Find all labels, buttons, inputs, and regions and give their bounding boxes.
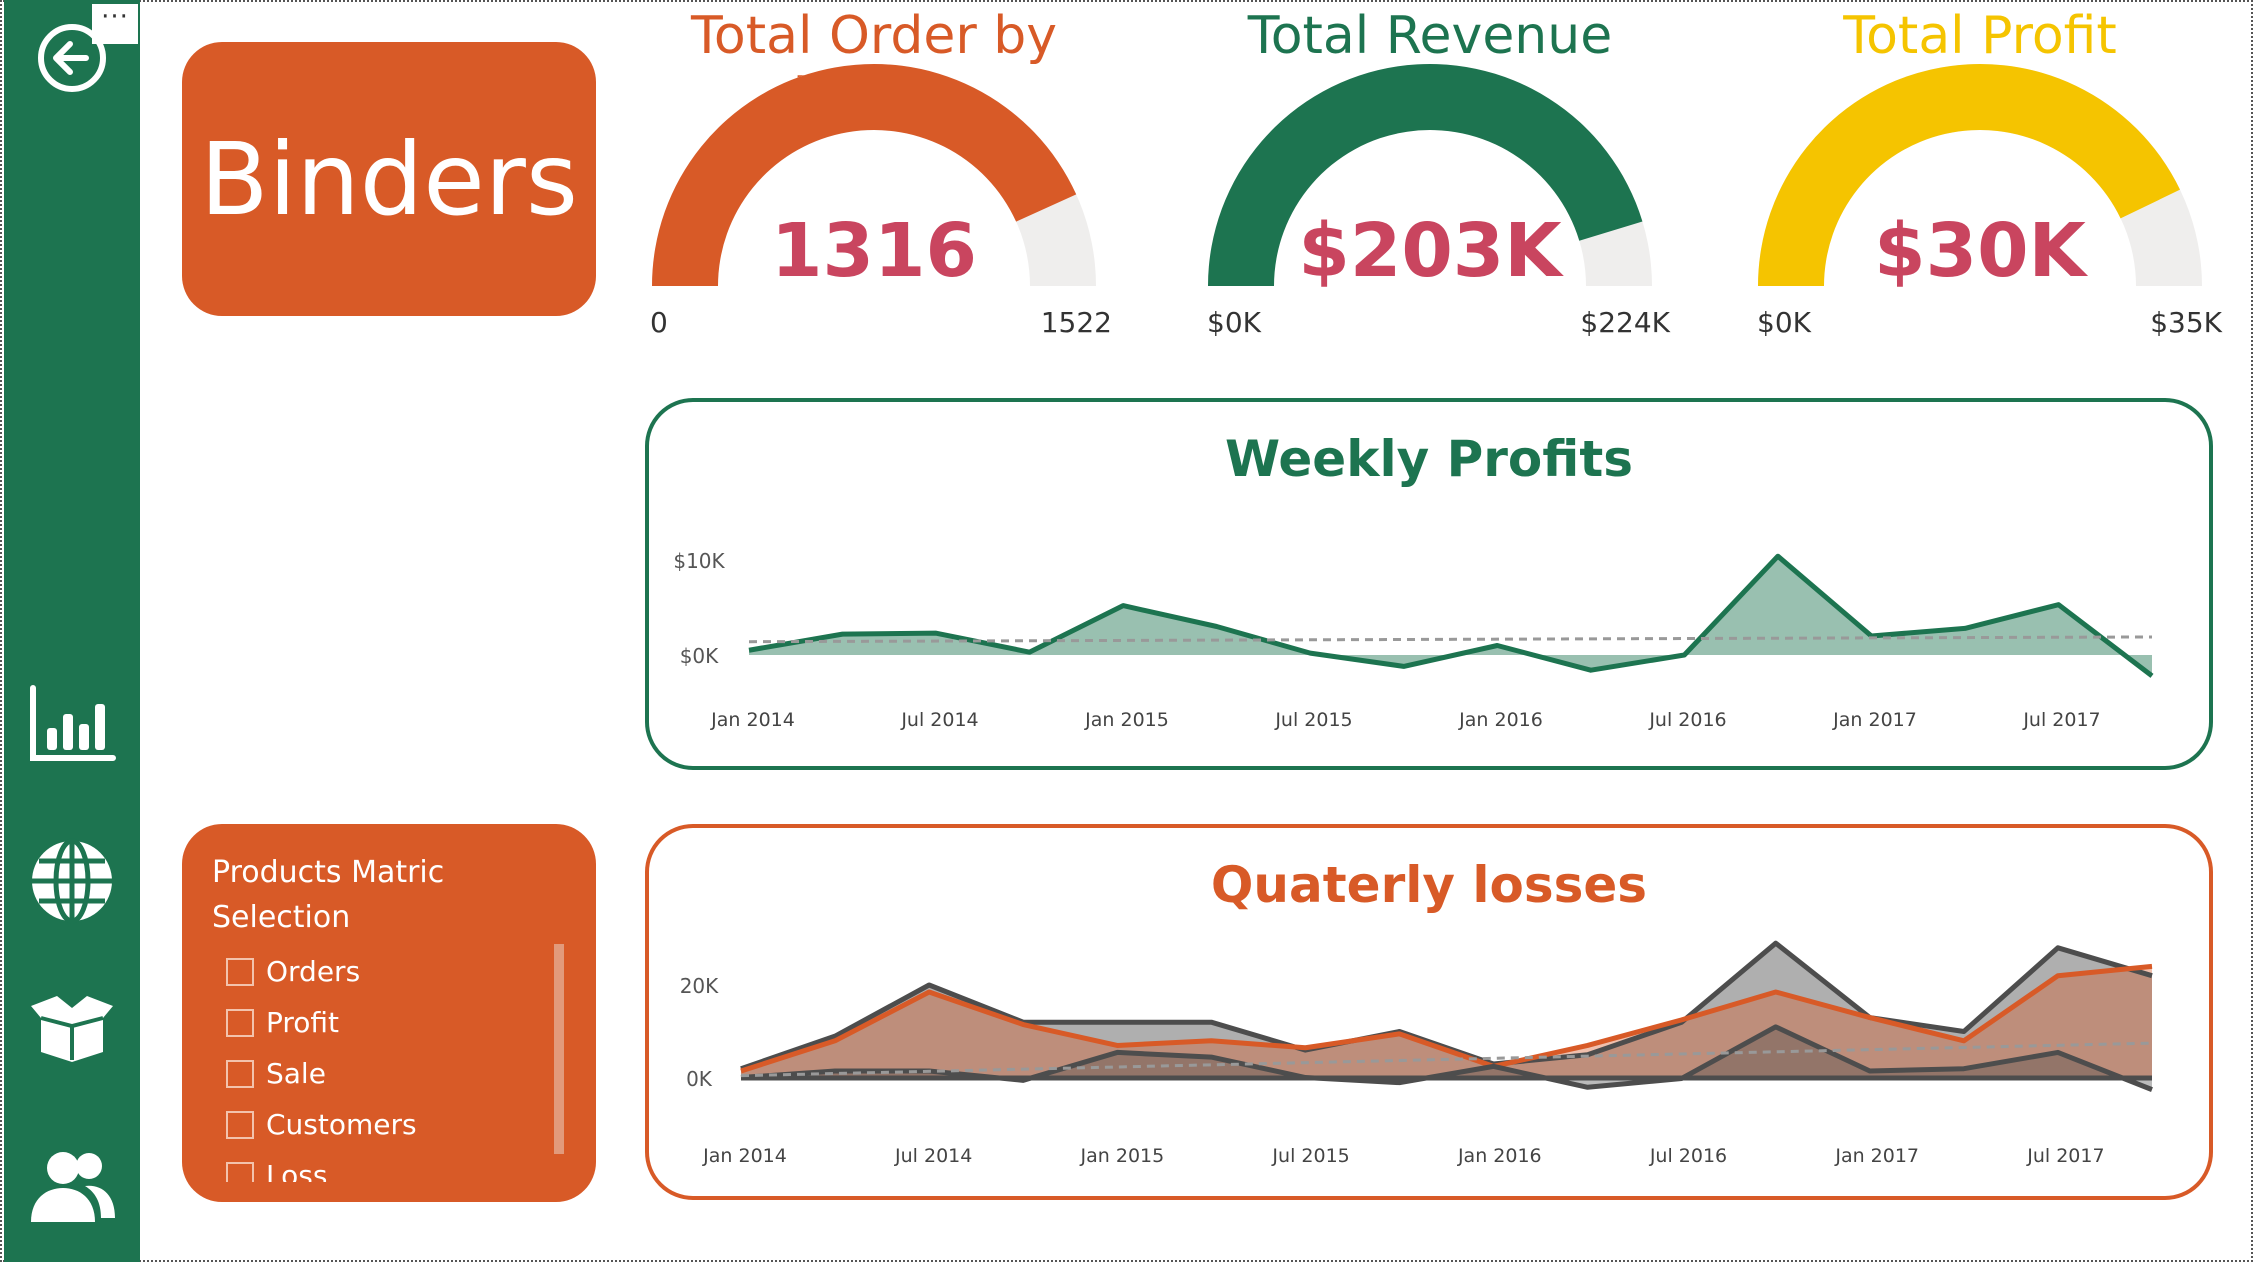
x-tick-label: Jan 2017 (1834, 1145, 1919, 1167)
gauge-max-label: $224K (1580, 306, 1670, 339)
gauge-max-label: $35K (2150, 306, 2222, 339)
x-tick-label: Jul 2016 (1649, 1145, 1727, 1167)
more-options-button[interactable]: ··· (92, 4, 138, 44)
sidebar (4, 0, 140, 1262)
slicer-option-customers[interactable]: Customers (226, 1099, 526, 1150)
customers-button[interactable] (4, 1148, 140, 1228)
gauge-title: Total Profit (1843, 6, 2117, 66)
gauge-value: $203K (1298, 208, 1562, 294)
product-metric-slicer: Products Matric Selection Orders Profit … (182, 824, 596, 1202)
category-card: Binders (182, 42, 596, 316)
people-icon (31, 1152, 115, 1222)
slicer-option-label: Loss (266, 1159, 328, 1182)
series-line (748, 553, 2154, 678)
slicer-option-label: Profit (266, 1006, 340, 1039)
slicer-list: Orders Profit Sale Customers Loss (226, 946, 526, 1182)
x-tick-label: Jul 2014 (900, 709, 978, 731)
checkbox[interactable] (226, 1161, 254, 1182)
slicer-option-sale[interactable]: Sale (226, 1048, 526, 1099)
x-tick-label: Jan 2014 (710, 709, 795, 731)
slicer-option-loss[interactable]: Loss (226, 1150, 526, 1182)
x-tick-label: Jul 2017 (2026, 1145, 2104, 1167)
analytics-button[interactable] (4, 684, 140, 764)
gauge-title: Total Revenue (1247, 6, 1613, 66)
x-tick-label: Jul 2015 (1271, 1145, 1349, 1167)
slicer-option-orders[interactable]: Orders (226, 946, 526, 997)
x-tick-label: Jan 2016 (1457, 1145, 1542, 1167)
weekly-profits-chart: $0K $10K Jan 2014 Jul 2014 Jan 2015 Jul 2015 J… (673, 549, 2154, 731)
map-button[interactable] (4, 836, 140, 926)
x-tick-label: Jul 2017 (2022, 709, 2100, 731)
x-tick-label: Jul 2016 (1648, 709, 1726, 731)
checkbox[interactable] (226, 1059, 254, 1088)
gauge-value: 1316 (771, 208, 977, 294)
products-button[interactable] (4, 994, 140, 1064)
x-tick-label: Jan 2017 (1832, 709, 1917, 731)
x-tick-label: Jul 2015 (1274, 709, 1352, 731)
checkbox[interactable] (226, 1008, 254, 1037)
gauge-total-orders: Total Order by Month 1316 0 1522 (614, 0, 1134, 360)
gauge-total-profit: Total Profit $30K $0K $35K (1720, 0, 2240, 360)
x-tick-label: Jan 2016 (1458, 709, 1543, 731)
globe-icon (32, 838, 112, 924)
x-tick-label: Jan 2015 (1084, 709, 1169, 731)
y-tick-label: $0K (680, 644, 719, 668)
slicer-scrollbar[interactable] (554, 944, 564, 1154)
series-area (741, 966, 2152, 1078)
checkbox[interactable] (226, 957, 254, 986)
slicer-option-profit[interactable]: Profit (226, 997, 526, 1048)
x-tick-label: Jul 2014 (894, 1145, 972, 1167)
gauge-min-label: $0K (1757, 306, 1811, 339)
quarterly-losses-panel: Quaterly losses 0K 20K Jan 2014 Jul 2014 Jan… (645, 824, 2213, 1200)
box-icon (31, 996, 113, 1062)
slicer-option-label: Customers (266, 1108, 417, 1141)
y-tick-label: $10K (673, 549, 725, 573)
gauge-min-label: $0K (1207, 306, 1261, 339)
gauge-value: $30K (1874, 208, 2086, 294)
y-tick-label: 20K (680, 974, 719, 998)
gauge-min-label: 0 (650, 306, 668, 339)
x-tick-label: Jan 2014 (702, 1145, 787, 1167)
checkbox[interactable] (226, 1110, 254, 1139)
gauge-max-label: 1522 (1040, 306, 1112, 339)
slicer-title: Products Matric Selection (212, 855, 445, 935)
slicer-option-label: Orders (266, 955, 361, 988)
y-tick-label: 0K (686, 1067, 713, 1091)
slicer-option-label: Sale (266, 1057, 326, 1090)
gauge-total-revenue: Total Revenue $203K $0K $224K (1170, 0, 1690, 360)
x-tick-label: Jan 2015 (1080, 1145, 1165, 1167)
bar-chart-icon (30, 685, 116, 761)
quarterly-losses-chart: 0K 20K Jan 2014 Jul 2014 Jan 2015 Jul 2015 Jan… (680, 940, 2153, 1167)
weekly-profits-panel: Weekly Profits $0K $10K Jan 2014 Jul 2014 Ja… (645, 398, 2213, 770)
category-label: Binders (200, 120, 578, 238)
